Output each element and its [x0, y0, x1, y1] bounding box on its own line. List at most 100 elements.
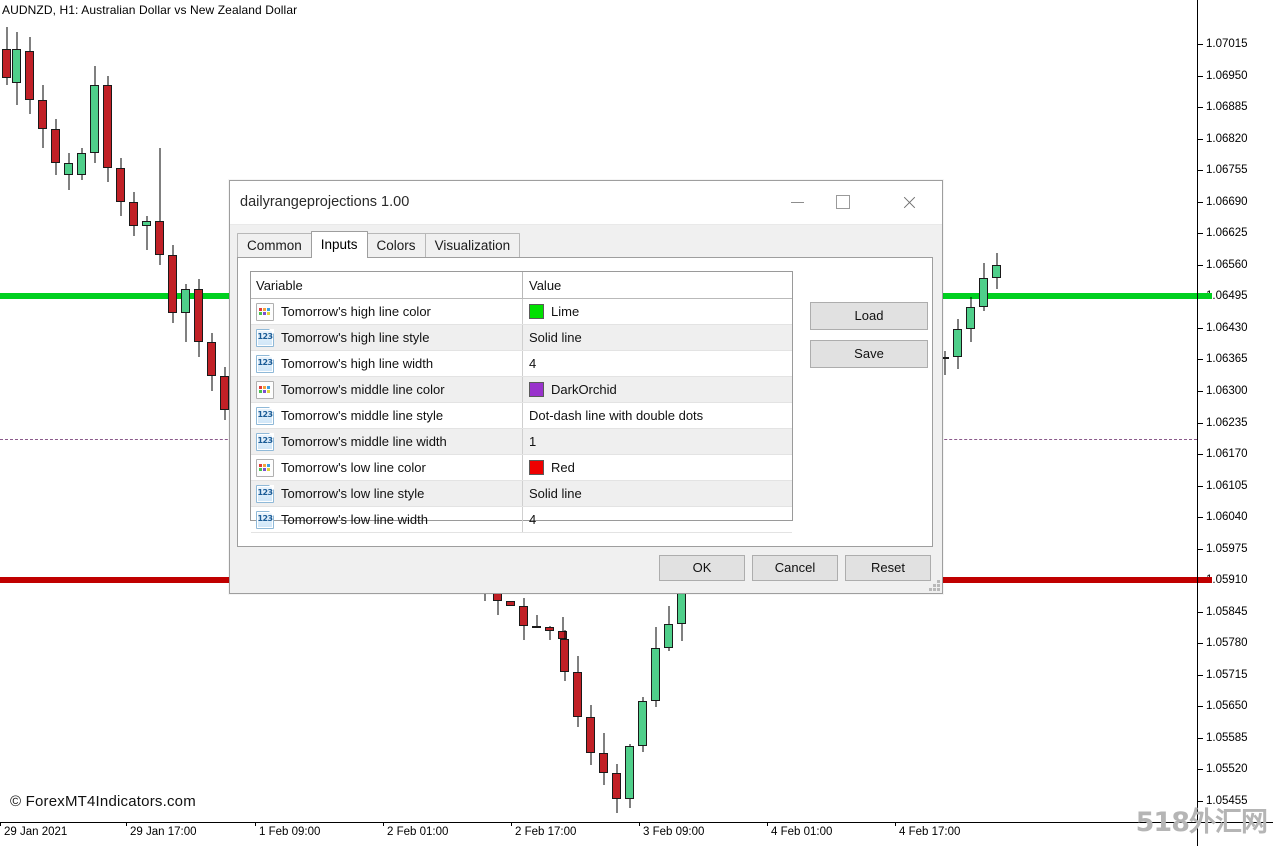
price-axis[interactable]: 1.070151.069501.068851.068201.067551.066…: [1197, 0, 1273, 822]
price-tick: 1.06560: [1198, 259, 1248, 271]
preset-buttons[interactable]: Load Save: [810, 302, 928, 378]
variable-cell[interactable]: 123Tomorrow's low line style: [251, 481, 523, 506]
value-cell[interactable]: Dot-dash line with double dots: [523, 403, 792, 428]
variable-cell[interactable]: 123Tomorrow's high line style: [251, 325, 523, 350]
candlestick: [664, 606, 673, 651]
candlestick: [586, 705, 595, 764]
price-tick: 1.06105: [1198, 480, 1248, 492]
candlestick: [181, 284, 190, 342]
candle-body: [992, 265, 1001, 278]
price-tick: 1.06820: [1198, 133, 1248, 145]
value-cell[interactable]: Solid line: [523, 325, 792, 350]
value-cell[interactable]: 4: [523, 507, 792, 532]
candlestick: [560, 630, 569, 681]
variable-cell[interactable]: 123Tomorrow's middle line style: [251, 403, 523, 428]
price-tick: 1.06365: [1198, 353, 1248, 365]
candle-body: [90, 85, 99, 153]
dialog-tabs[interactable]: CommonInputsColorsVisualization: [237, 233, 942, 258]
variable-cell[interactable]: 123Tomorrow's low line width: [251, 507, 523, 532]
price-tick: 1.05585: [1198, 732, 1248, 744]
grid-header-value-cell: Value: [523, 272, 792, 298]
grid-row[interactable]: 123Tomorrow's low line styleSolid line: [251, 481, 792, 507]
price-tick: 1.06625: [1198, 227, 1248, 239]
dialog-action-buttons[interactable]: OK Cancel Reset: [652, 555, 931, 581]
candle-body: [966, 307, 975, 329]
candlestick: [155, 148, 164, 264]
value-cell[interactable]: 1: [523, 429, 792, 454]
value-text: 1: [529, 434, 536, 449]
candle-body: [586, 717, 595, 753]
grid-row[interactable]: Tomorrow's middle line color DarkOrchid: [251, 377, 792, 403]
price-tick: 1.05650: [1198, 700, 1248, 712]
candle-body: [168, 255, 177, 313]
save-button[interactable]: Save: [810, 340, 928, 368]
variable-name: Tomorrow's high line color: [281, 304, 431, 319]
grid-row[interactable]: Tomorrow's high line color Lime: [251, 299, 792, 325]
price-tick: 1.05520: [1198, 763, 1248, 775]
load-button[interactable]: Load: [810, 302, 928, 330]
variable-cell[interactable]: 123Tomorrow's middle line width: [251, 429, 523, 454]
candle-body: [532, 626, 541, 628]
dialog-body: CommonInputsColorsVisualization Variable…: [230, 225, 942, 593]
grid-row[interactable]: Tomorrow's low line colorRed: [251, 455, 792, 481]
candlestick: [545, 626, 554, 640]
color-swatch: [529, 460, 544, 475]
indicator-properties-dialog[interactable]: dailyrangeprojections 1.00 CommonInputsC…: [229, 180, 943, 594]
value-cell[interactable]: Red: [523, 455, 792, 480]
candlestick: [966, 297, 975, 341]
variable-name: Tomorrow's high line style: [281, 330, 429, 345]
time-axis[interactable]: 29 Jan 202129 Jan 17:001 Feb 09:002 Feb …: [0, 822, 1273, 846]
grid-row[interactable]: 123Tomorrow's high line width4: [251, 351, 792, 377]
variable-name: Tomorrow's middle line color: [281, 382, 445, 397]
price-tick: 1.06170: [1198, 448, 1248, 460]
variable-cell[interactable]: Tomorrow's middle line color: [251, 377, 523, 402]
price-tick: 1.05715: [1198, 669, 1248, 681]
candlestick: [51, 119, 60, 175]
tab-visualization[interactable]: Visualization: [425, 233, 521, 258]
value-cell[interactable]: 4: [523, 351, 792, 376]
variable-cell[interactable]: 123Tomorrow's high line width: [251, 351, 523, 376]
candle-body: [25, 51, 34, 100]
candlestick: [2, 27, 11, 85]
grid-row[interactable]: 123Tomorrow's high line styleSolid line: [251, 325, 792, 351]
candlestick: [142, 216, 151, 250]
candlestick: [116, 158, 125, 216]
candlestick: [38, 85, 47, 148]
candlestick: [651, 627, 660, 707]
value-cell[interactable]: Lime: [523, 299, 792, 324]
minimize-button[interactable]: [774, 181, 820, 223]
value-cell[interactable]: DarkOrchid: [523, 377, 792, 402]
candlestick: [168, 245, 177, 323]
close-button[interactable]: [886, 181, 932, 223]
inputs-grid[interactable]: Variable Value Tomorrow's high line colo…: [250, 271, 793, 521]
value-cell[interactable]: Solid line: [523, 481, 792, 506]
grid-row[interactable]: 123Tomorrow's middle line styleDot-dash …: [251, 403, 792, 429]
maximize-button[interactable]: [820, 181, 866, 223]
candlestick: [194, 279, 203, 357]
price-tick: 1.06430: [1198, 322, 1248, 334]
tab-common[interactable]: Common: [237, 233, 312, 258]
candlestick: [129, 192, 138, 236]
dialog-title-bar[interactable]: dailyrangeprojections 1.00: [230, 181, 942, 225]
maximize-icon: [836, 195, 850, 209]
candle-body: [599, 753, 608, 773]
candle-body: [194, 289, 203, 342]
time-tick: 29 Jan 17:00: [130, 826, 197, 838]
candlestick: [979, 263, 988, 311]
candlestick: [77, 148, 86, 180]
color-swatch: [529, 382, 544, 397]
variable-cell[interactable]: Tomorrow's low line color: [251, 455, 523, 480]
variable-cell[interactable]: Tomorrow's high line color: [251, 299, 523, 324]
tab-colors[interactable]: Colors: [367, 233, 426, 258]
ok-button[interactable]: OK: [659, 555, 745, 581]
cancel-button[interactable]: Cancel: [752, 555, 838, 581]
tab-inputs[interactable]: Inputs: [311, 231, 368, 258]
grid-row[interactable]: 123Tomorrow's low line width4: [251, 507, 792, 533]
reset-button[interactable]: Reset: [845, 555, 931, 581]
resize-grip[interactable]: [927, 578, 940, 591]
color-picker-icon: [256, 381, 274, 399]
candle-body: [220, 376, 229, 410]
number-icon: 123: [256, 355, 274, 373]
candlestick: [64, 153, 73, 189]
grid-row[interactable]: 123Tomorrow's middle line width 1: [251, 429, 792, 455]
